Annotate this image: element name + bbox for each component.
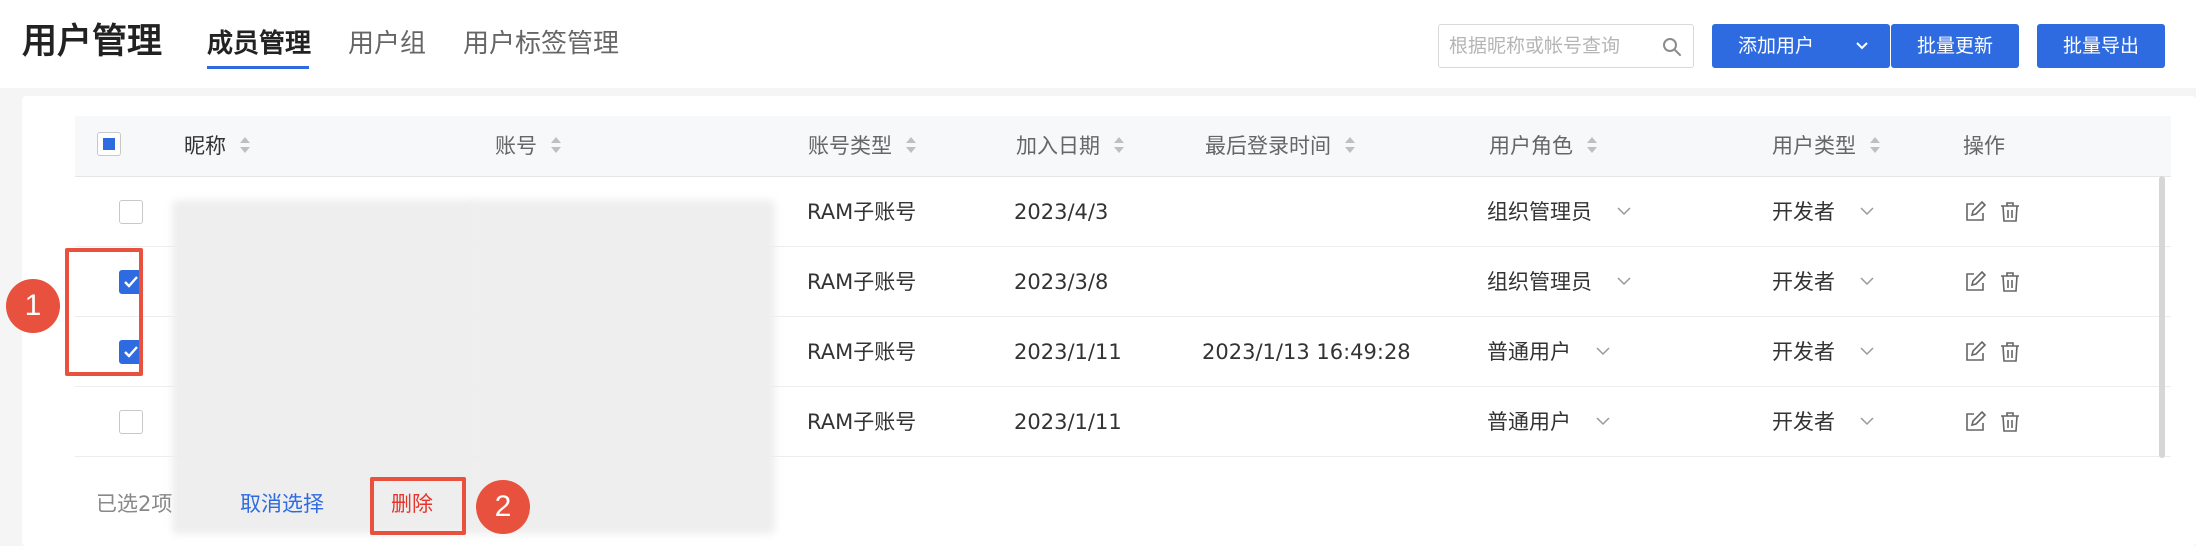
sort-icon[interactable] <box>1585 135 1599 155</box>
chevron-down-icon <box>1860 417 1874 426</box>
row-checkbox[interactable] <box>119 200 143 224</box>
edit-icon[interactable] <box>1963 340 1987 364</box>
column-header-last-login[interactable]: 最后登录时间 <box>1205 116 1357 176</box>
selected-count: 已选2项 <box>96 492 173 516</box>
edit-icon[interactable] <box>1963 410 1987 434</box>
column-header-actions: 操作 <box>1963 134 2005 158</box>
add-user-label: 添加用户 <box>1738 35 1815 57</box>
chevron-down-icon <box>1860 347 1874 356</box>
table-row: RAM子账号 2023/3/8 组织管理员 开发者 <box>75 247 2171 317</box>
user-type-select[interactable]: 开发者 <box>1772 177 1875 247</box>
account-type-cell: RAM子账号 <box>807 200 917 224</box>
column-header-label: 账号类型 <box>808 134 892 158</box>
edit-icon[interactable] <box>1963 270 1987 294</box>
user-type-value: 开发者 <box>1772 410 1835 434</box>
chevron-down-icon <box>1617 207 1631 216</box>
page-title: 用户管理 <box>22 22 163 62</box>
column-header-label: 账号 <box>495 134 537 158</box>
annotation-badge-1: 1 <box>6 279 60 333</box>
indeterminate-mark <box>103 138 115 150</box>
chevron-down-icon <box>1860 277 1874 286</box>
sort-icon[interactable] <box>1868 135 1882 155</box>
batch-export-button[interactable]: 批量导出 <box>2037 24 2165 68</box>
column-header-user-role[interactable]: 用户角色 <box>1489 116 1599 176</box>
user-type-select[interactable]: 开发者 <box>1772 317 1875 387</box>
column-header-label: 用户角色 <box>1489 134 1573 158</box>
column-header-label: 用户类型 <box>1772 134 1856 158</box>
account-type-cell: RAM子账号 <box>807 270 917 294</box>
account-type-cell: RAM子账号 <box>807 410 917 434</box>
vertical-scrollbar[interactable] <box>2159 176 2165 458</box>
user-type-select[interactable]: 开发者 <box>1772 387 1875 457</box>
last-login-cell: 2023/1/13 16:49:28 <box>1202 340 1411 364</box>
column-header-account-type[interactable]: 账号类型 <box>808 116 918 176</box>
role-select[interactable]: 普通用户 <box>1487 317 1611 387</box>
column-header-join-date[interactable]: 加入日期 <box>1016 116 1126 176</box>
sort-icon[interactable] <box>238 135 252 155</box>
chevron-down-icon <box>1596 347 1610 356</box>
sort-icon[interactable] <box>1343 135 1357 155</box>
delete-icon[interactable] <box>1998 270 2022 294</box>
user-type-value: 开发者 <box>1772 340 1835 364</box>
top-bar: 用户管理 成员管理 用户组 用户标签管理 添加用户 批量更新 批量导出 <box>0 0 2196 88</box>
annotation-highlight-checkboxes <box>65 248 143 376</box>
members-table-card: 昵称 账号 账号类型 加入日期 最后登录时间 用户角色 用户类型 操作 RAM子… <box>22 96 2196 546</box>
row-checkbox[interactable] <box>119 410 143 434</box>
add-user-button[interactable]: 添加用户 <box>1712 24 1890 68</box>
delete-icon[interactable] <box>1998 410 2022 434</box>
tab-member-management[interactable]: 成员管理 <box>207 24 311 64</box>
delete-icon[interactable] <box>1998 200 2022 224</box>
role-value: 普通用户 <box>1487 340 1571 364</box>
account-type-cell: RAM子账号 <box>807 340 917 364</box>
edit-icon[interactable] <box>1963 200 1987 224</box>
user-type-value: 开发者 <box>1772 200 1835 224</box>
column-header-label: 加入日期 <box>1016 134 1100 158</box>
column-header-account[interactable]: 账号 <box>495 116 563 176</box>
search-input[interactable] <box>1449 31 1649 61</box>
search-icon[interactable] <box>1660 35 1684 59</box>
tab-user-tag-management[interactable]: 用户标签管理 <box>463 24 619 64</box>
annotation-highlight-delete <box>370 477 466 535</box>
role-select[interactable]: 普通用户 <box>1487 387 1611 457</box>
search-box[interactable] <box>1438 24 1694 68</box>
sort-icon[interactable] <box>1112 135 1126 155</box>
role-select[interactable]: 组织管理员 <box>1487 177 1632 247</box>
select-all-checkbox[interactable] <box>97 132 121 156</box>
cancel-selection-link[interactable]: 取消选择 <box>240 484 324 524</box>
user-type-value: 开发者 <box>1772 270 1835 294</box>
join-date-cell: 2023/1/11 <box>1014 410 1122 434</box>
tab-user-groups[interactable]: 用户组 <box>348 24 426 64</box>
join-date-cell: 2023/4/3 <box>1014 200 1109 224</box>
chevron-down-icon <box>1860 207 1874 216</box>
role-value: 组织管理员 <box>1487 200 1592 224</box>
role-select[interactable]: 组织管理员 <box>1487 247 1632 317</box>
chevron-down-icon <box>1596 417 1610 426</box>
sort-icon[interactable] <box>904 135 918 155</box>
table-row: RAM子账号 2023/1/11 普通用户 开发者 <box>75 387 2171 457</box>
table-row: RAM子账号 2023/1/11 2023/1/13 16:49:28 普通用户… <box>75 317 2171 387</box>
user-type-select[interactable]: 开发者 <box>1772 247 1875 317</box>
column-header-label: 最后登录时间 <box>1205 134 1331 158</box>
batch-update-button[interactable]: 批量更新 <box>1891 24 2019 68</box>
sort-icon[interactable] <box>549 135 563 155</box>
column-header-user-type[interactable]: 用户类型 <box>1772 116 1882 176</box>
chevron-down-icon <box>1856 42 1868 50</box>
join-date-cell: 2023/3/8 <box>1014 270 1109 294</box>
active-tab-indicator <box>207 66 309 69</box>
join-date-cell: 2023/1/11 <box>1014 340 1122 364</box>
delete-icon[interactable] <box>1998 340 2022 364</box>
role-value: 组织管理员 <box>1487 270 1592 294</box>
annotation-badge-2: 2 <box>476 480 530 534</box>
column-header-nickname[interactable]: 昵称 <box>184 116 252 176</box>
chevron-down-icon <box>1617 277 1631 286</box>
table-row: RAM子账号 2023/4/3 组织管理员 开发者 <box>75 177 2171 247</box>
role-value: 普通用户 <box>1487 410 1571 434</box>
column-header-label: 昵称 <box>184 134 226 158</box>
